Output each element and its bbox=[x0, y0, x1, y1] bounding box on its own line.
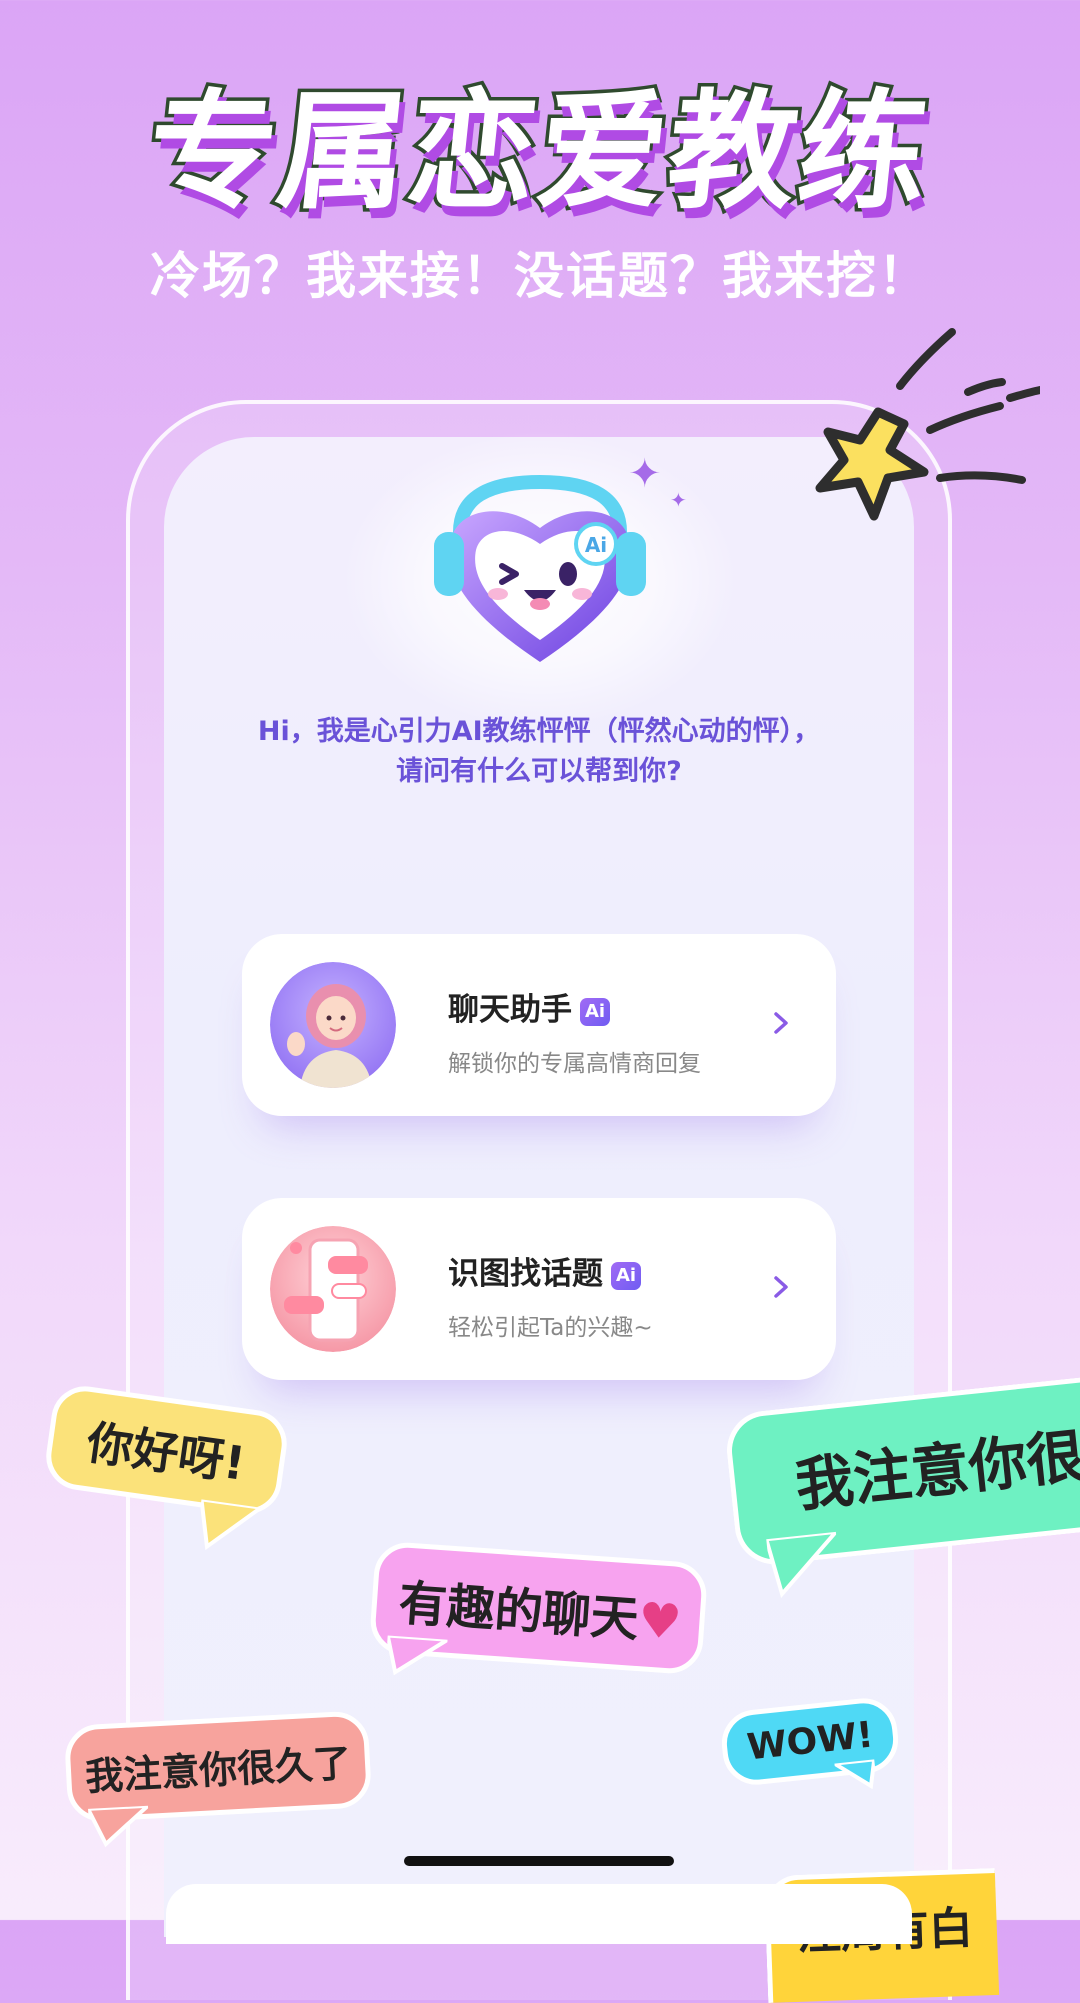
headline-subtitle: 冷场？我来接！没话题？我来挖！ bbox=[150, 247, 930, 305]
ai-badge: Ai bbox=[580, 997, 610, 1026]
image-topic-title: 识图找话题 Ai bbox=[448, 1248, 641, 1293]
bottom-card-peek bbox=[166, 1884, 912, 1944]
sparkle-small-icon: ✦ bbox=[670, 488, 687, 512]
image-topic-description: 轻松引起Ta的兴趣~ bbox=[448, 1315, 653, 1341]
bubble-tail-icon bbox=[88, 1805, 151, 1848]
chat-assistant-description: 解锁你的专属高情商回复 bbox=[448, 1051, 701, 1077]
image-topic-card[interactable]: 识图找话题 Ai 轻松引起Ta的兴趣~ bbox=[242, 1198, 836, 1380]
bubble-tail-icon bbox=[199, 1499, 261, 1551]
greeting-line-2: 请问有什么可以帮到你? bbox=[396, 756, 682, 787]
mascot-ai-badge: Ai bbox=[585, 533, 607, 557]
chat-assistant-title: 聊天助手 Ai bbox=[448, 984, 610, 1029]
chat-assistant-card[interactable]: 聊天助手 Ai 解锁你的专属高情商回复 bbox=[242, 934, 836, 1116]
sparkle-icon: ✦ bbox=[628, 451, 662, 497]
bubble-tail-icon bbox=[766, 1531, 841, 1598]
chevron-right-icon bbox=[774, 1012, 788, 1034]
bubble-fun-chat: 有趣的聊天♥ bbox=[368, 1540, 709, 1676]
star-icon bbox=[815, 328, 1040, 521]
phone-chat-bubbles-icon bbox=[270, 1226, 396, 1352]
greeting-line-1: Hi，我是心引力AI教练怦怦（怦然心动的怦）， bbox=[257, 716, 821, 747]
headline-title: 专属恋爱教练 bbox=[137, 75, 940, 231]
bubble-tail-icon bbox=[385, 1635, 448, 1676]
avatar-girl-waving-icon bbox=[270, 962, 396, 1088]
heart-icon: ♥ bbox=[636, 1592, 684, 1651]
bubble-noticed-long: 我注意你很久了 bbox=[63, 1710, 373, 1848]
assistant-greeting: Hi，我是心引力AI教练怦怦（怦然心动的怦）， 请问有什么可以帮到你? bbox=[164, 712, 914, 792]
heart-mascot-icon: Ai bbox=[434, 474, 646, 662]
bubble-tail-icon bbox=[834, 1759, 877, 1790]
home-indicator bbox=[404, 1856, 674, 1866]
ai-badge: Ai bbox=[611, 1261, 641, 1290]
chevron-right-icon bbox=[774, 1276, 788, 1298]
